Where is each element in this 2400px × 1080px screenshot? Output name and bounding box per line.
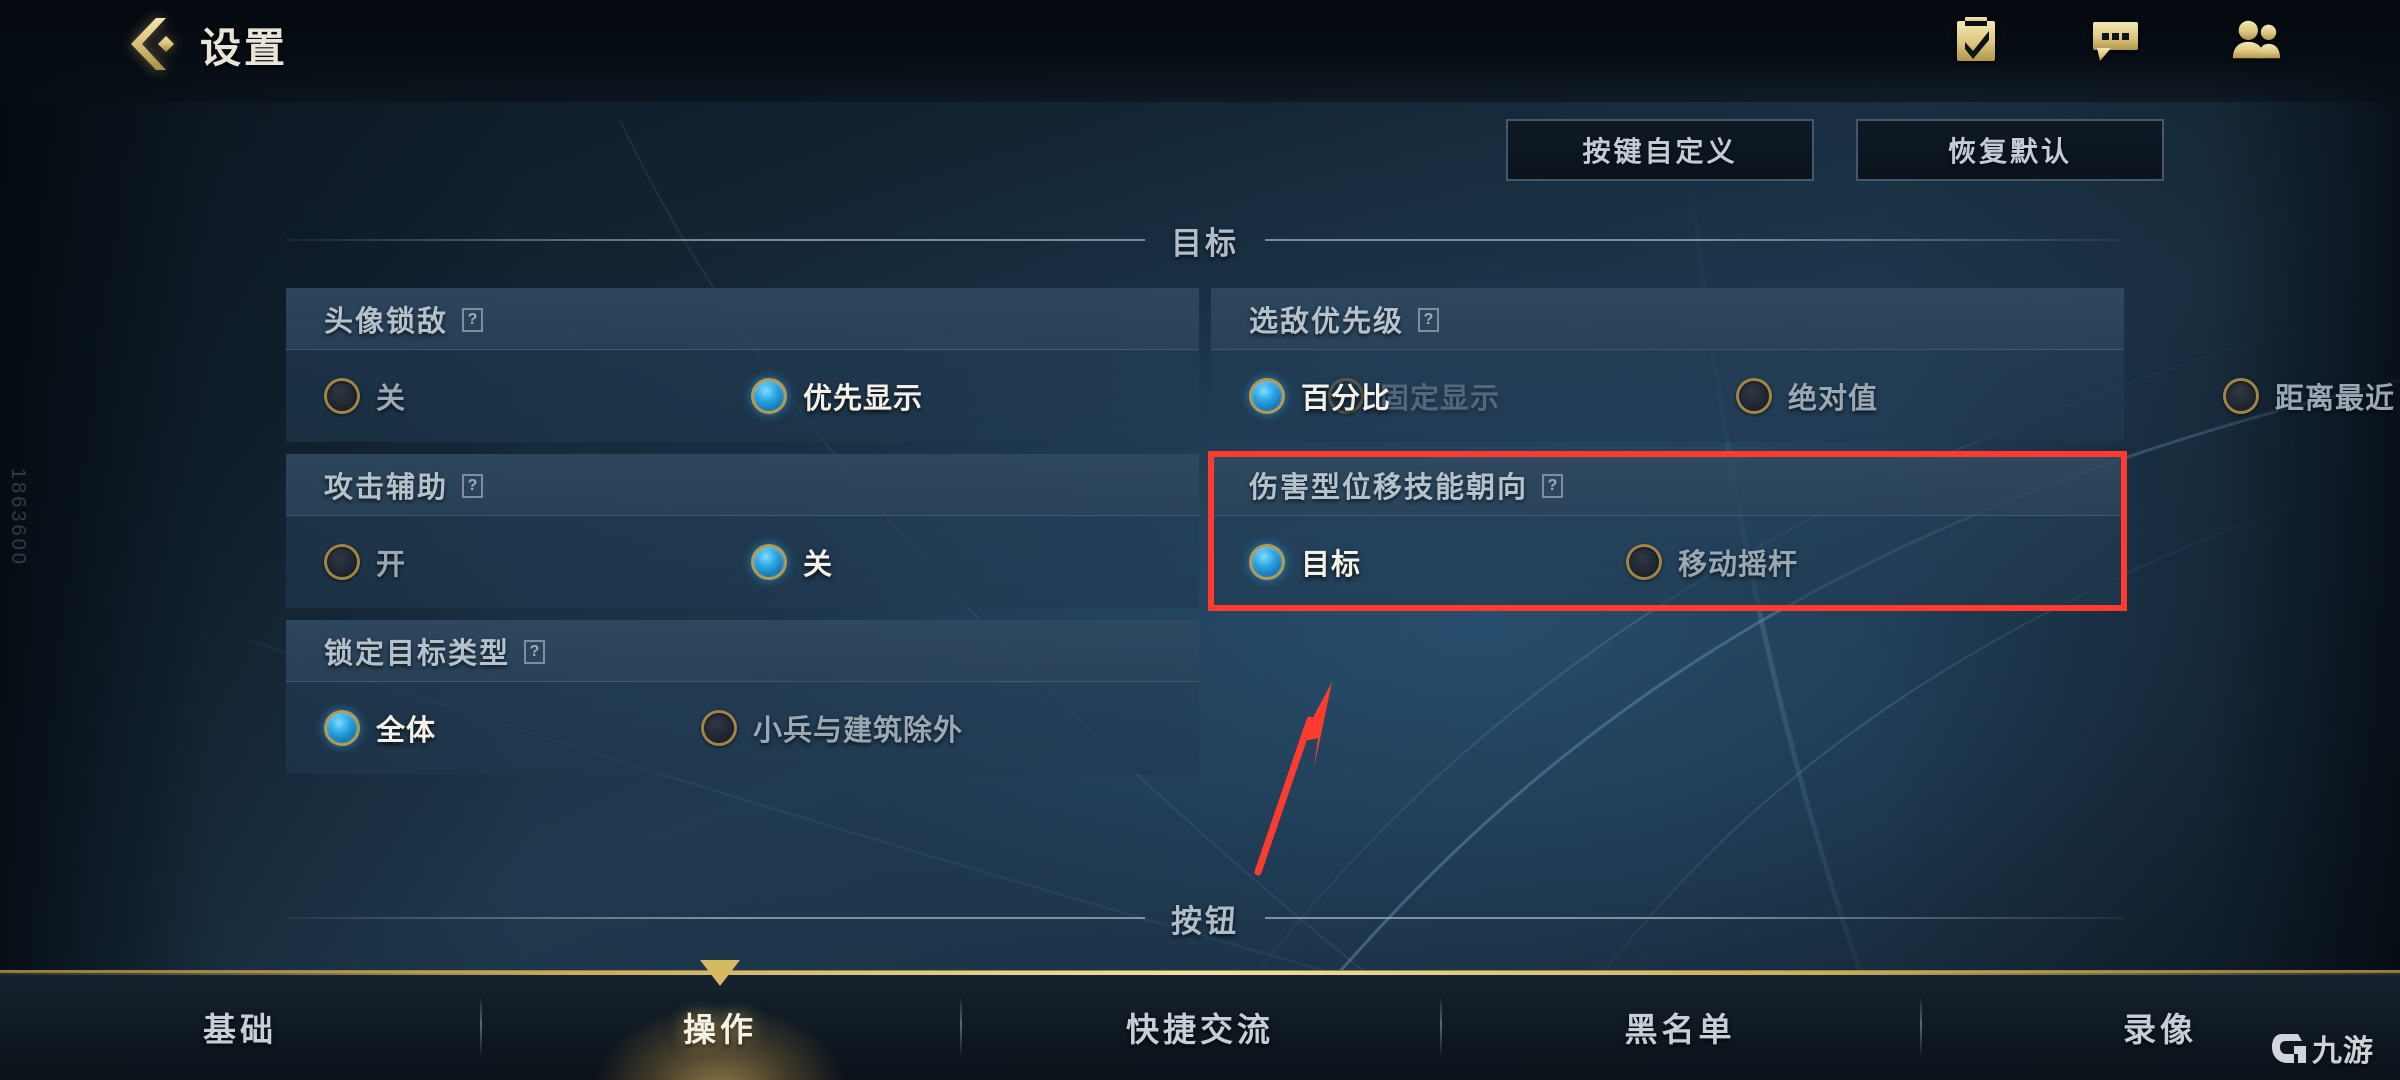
tab-label: 操作	[683, 1010, 757, 1048]
radio-unselected-icon[interactable]	[1736, 378, 1773, 414]
back-chevron-icon[interactable]	[126, 15, 180, 73]
radio-option[interactable]: 开	[324, 541, 406, 583]
tab-2[interactable]: 快捷交流	[960, 972, 1440, 1080]
action-button-row: 按键自定义 恢复默认	[1506, 119, 2164, 181]
card-row: 头像锁敌?关优先显示固定显示选敌优先级?百分比绝对值距离最近	[286, 288, 2394, 442]
radio-selected-icon[interactable]	[751, 378, 788, 414]
section-header-buttons: 按钮	[286, 900, 2124, 939]
radio-option-label: 关	[803, 549, 834, 581]
help-question-icon[interactable]: ?	[462, 308, 484, 332]
page-title: 设置	[200, 25, 288, 71]
radio-option-label: 小兵与建筑除外	[753, 715, 964, 747]
card-title-bar: 选敌优先级?	[1211, 288, 2124, 350]
radio-option-label: 绝对值	[1788, 383, 1879, 415]
radio-option-label: 全体	[376, 715, 437, 747]
radio-option[interactable]: 优先显示	[751, 375, 923, 417]
radio-option[interactable]: 移动摇杆	[1626, 541, 1798, 583]
setting-card-enemy-priority: 选敌优先级? 百分比 绝对值 距离最近	[1211, 288, 2394, 442]
tab-0[interactable]: 基础	[0, 972, 480, 1080]
help-question-icon[interactable]: ?	[1542, 474, 1564, 498]
radio-option-label: 移动摇杆	[1678, 549, 1799, 581]
radio-option-label: 关	[376, 383, 407, 415]
tab-label: 快捷交流	[1126, 1010, 1274, 1048]
chat-bubble-icon[interactable]	[2090, 14, 2142, 66]
card-options: 关优先显示固定显示	[286, 350, 1499, 442]
active-tab-chevron-down-icon	[698, 958, 742, 993]
key-customize-button[interactable]: 按键自定义	[1506, 119, 1814, 181]
radio-option-label: 百分比	[1301, 383, 1392, 415]
card-title-bar: 锁定目标类型?	[286, 620, 1199, 682]
section-divider-right	[1265, 917, 2124, 919]
card-title: 头像锁敌	[324, 305, 449, 338]
card-title-bar: 伤害型位移技能朝向?	[1211, 454, 2124, 516]
watermark-text: 九游	[2312, 1035, 2374, 1068]
section-header-target: 目标	[286, 222, 2124, 261]
setting-card-damage-dash-direction: 伤害型位移技能朝向? 目标 移动摇杆	[1208, 451, 2127, 611]
radio-option-label: 距离最近	[2275, 383, 2396, 415]
radio-option[interactable]: 关	[324, 375, 406, 417]
restore-default-button[interactable]: 恢复默认	[1856, 119, 2164, 181]
site-watermark-logo: 九游	[2272, 1026, 2374, 1070]
radio-unselected-icon[interactable]	[2223, 378, 2260, 414]
friends-people-icon[interactable]	[2230, 14, 2282, 66]
radio-option-label: 优先显示	[803, 383, 924, 415]
tab-label: 基础	[203, 1010, 277, 1048]
card-title: 选敌优先级	[1249, 305, 1405, 338]
help-question-icon[interactable]: ?	[1418, 308, 1440, 332]
radio-option-label: 开	[376, 549, 407, 581]
help-question-icon[interactable]: ?	[462, 474, 484, 498]
radio-unselected-icon[interactable]	[1626, 544, 1663, 580]
radio-option[interactable]: 小兵与建筑除外	[701, 707, 963, 749]
setting-card-lock-target-type: 锁定目标类型? 全体 小兵与建筑除外	[286, 620, 1199, 774]
card-options: 目标 移动摇杆	[1211, 516, 2124, 608]
radio-unselected-icon[interactable]	[324, 544, 360, 580]
section-title: 按钮	[1171, 903, 1239, 939]
top-bar: 设置	[0, 0, 2400, 102]
help-question-icon[interactable]: ?	[524, 640, 546, 664]
radio-selected-icon[interactable]	[1249, 544, 1285, 580]
watermark-mark-icon	[2272, 1034, 2306, 1063]
setting-card-attack-assist: 攻击辅助? 开关	[286, 454, 1199, 608]
radio-option[interactable]: 百分比	[1249, 375, 1391, 417]
settings-card-grid: 头像锁敌?关优先显示固定显示选敌优先级?百分比绝对值距离最近攻击辅助?开关伤害型…	[286, 288, 2394, 786]
tasks-clipboard-icon[interactable]	[1950, 14, 2002, 66]
radio-option[interactable]: 关	[751, 541, 833, 583]
card-title-bar: 头像锁敌?	[286, 288, 1199, 350]
section-divider-right	[1265, 239, 2124, 241]
top-icon-group	[1950, 14, 2282, 66]
tab-3[interactable]: 黑名单	[1440, 972, 1920, 1080]
section-divider-left	[286, 239, 1145, 241]
radio-unselected-icon[interactable]	[701, 710, 738, 746]
card-title-bar: 攻击辅助?	[286, 454, 1199, 516]
back-button[interactable]: 设置	[126, 14, 288, 74]
card-title: 攻击辅助	[324, 471, 449, 504]
tab-label: 黑名单	[1624, 1010, 1736, 1048]
section-title: 目标	[1171, 225, 1239, 261]
radio-selected-icon[interactable]	[324, 710, 360, 746]
card-row: 攻击辅助? 开关伤害型位移技能朝向? 目标 移动摇杆	[286, 451, 2127, 611]
radio-selected-icon[interactable]	[751, 544, 788, 580]
radio-option-label: 目标	[1301, 549, 1362, 581]
bottom-tab-bar: 基础 操作 快捷交流 黑名单 录像	[0, 959, 2400, 1080]
card-row: 锁定目标类型? 全体 小兵与建筑除外	[286, 620, 2124, 774]
side-watermark: 1863600	[7, 468, 29, 567]
radio-unselected-icon[interactable]	[324, 378, 360, 414]
tab-label: 录像	[2123, 1010, 2197, 1048]
card-options: 百分比 绝对值 距离最近	[1211, 350, 2394, 442]
card-title: 锁定目标类型	[324, 637, 511, 670]
card-title: 伤害型位移技能朝向	[1249, 471, 1529, 504]
radio-option[interactable]: 距离最近	[2223, 375, 2395, 417]
radio-option[interactable]: 目标	[1249, 541, 1361, 583]
card-options: 开关	[286, 516, 1199, 608]
radio-option[interactable]: 全体	[324, 707, 436, 749]
tab-1[interactable]: 操作	[480, 959, 960, 1080]
radio-option[interactable]: 绝对值	[1736, 375, 1878, 417]
section-divider-left	[286, 917, 1145, 919]
card-options: 全体 小兵与建筑除外	[286, 682, 1199, 774]
settings-screen: 1863600 设置 按键自定义 恢复默认 目标 头像锁敌 ? 关 优先显示 选…	[0, 0, 2400, 1080]
radio-selected-icon[interactable]	[1249, 378, 1285, 414]
setting-card-avatar-lock: 头像锁敌?关优先显示固定显示	[286, 288, 1499, 442]
